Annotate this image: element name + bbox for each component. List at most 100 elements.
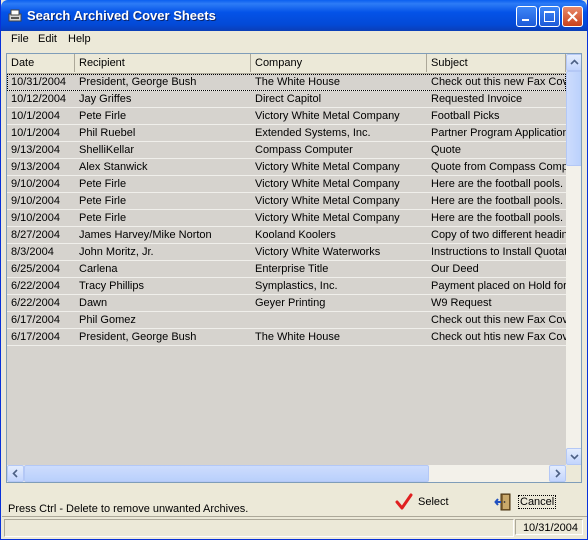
table-row[interactable]: 6/22/2004 Tracy Phillips Symplastics, Inc.…: [7, 278, 566, 295]
table-row[interactable]: 6/22/2004 Dawn Geyer Printing W9 Request: [7, 295, 566, 312]
cell-date: 9/10/2004: [11, 195, 60, 207]
table-row[interactable]: 9/13/2004 Alex Stanwick Victory White Meta…: [7, 159, 566, 176]
vertical-scroll-thumb[interactable]: [566, 71, 581, 166]
cancel-button[interactable]: Cancel: [494, 490, 557, 514]
horizontal-scroll-thumb[interactable]: [24, 465, 429, 482]
minimize-button[interactable]: [516, 6, 537, 27]
scroll-down-icon: [570, 454, 579, 460]
table-row[interactable]: 6/17/2004 President, George Bush The White…: [7, 329, 566, 346]
table-row[interactable]: 9/10/2004 Pete Firle Victory White Metal C…: [7, 210, 566, 227]
cell-date: 10/1/2004: [11, 110, 60, 122]
cell-company: [251, 312, 427, 328]
maximize-button[interactable]: [539, 6, 560, 27]
menu-file[interactable]: File: [11, 33, 29, 45]
column-header-subject[interactable]: Subject: [427, 54, 566, 72]
app-window: Search Archived Cover Sheets File Edit H…: [0, 0, 588, 540]
table-row[interactable]: 6/25/2004 Carlena Enterprise Title Our Deed: [7, 261, 566, 278]
cell-subject: Football Picks: [431, 110, 500, 122]
delete-hint-text: Press Ctrl - Delete to remove unwanted A…: [8, 503, 249, 515]
scroll-up-button[interactable]: [566, 54, 581, 71]
vertical-scrollbar[interactable]: [566, 54, 581, 465]
table-row[interactable]: 9/10/2004 Pete Firle Victory White Metal C…: [7, 176, 566, 193]
cell-date: 8/3/2004: [11, 246, 54, 258]
table-row[interactable]: 8/27/2004 James Harvey/Mike Norton Kooland…: [7, 227, 566, 244]
app-fax-icon: [8, 9, 22, 22]
cell-company: Compass Computer: [255, 144, 353, 156]
cell-date: 6/25/2004: [11, 263, 60, 275]
cell-date: 8/27/2004: [11, 229, 60, 241]
table-row[interactable]: 10/31/2004 President, George Bush The Whit…: [7, 74, 566, 91]
title-bar[interactable]: Search Archived Cover Sheets: [1, 0, 587, 31]
table-row[interactable]: 8/3/2004 John Moritz, Jr. Victory White Wa…: [7, 244, 566, 261]
cell-recipient: President, George Bush: [79, 331, 197, 343]
column-header-date[interactable]: Date: [7, 54, 75, 72]
exit-door-icon: [494, 493, 511, 511]
status-date: 10/31/2004: [515, 519, 583, 535]
cell-recipient: John Moritz, Jr.: [79, 246, 154, 258]
cell-company: Victory White Metal Company: [255, 178, 400, 190]
cell-company: Extended Systems, Inc.: [255, 127, 371, 139]
cell-recipient: Tracy Phillips: [79, 280, 144, 292]
grid-body[interactable]: Date Recipient Company Subject 10/31/200…: [7, 54, 566, 465]
status-panel-main: [4, 519, 514, 537]
grid-header: Date Recipient Company Subject: [7, 54, 566, 74]
cell-subject: Partner Program Application: [431, 127, 566, 139]
cell-company: The White House: [255, 76, 340, 88]
cell-subject: Payment placed on Hold for 3: [431, 280, 566, 292]
cell-company: Victory White Metal Company: [255, 212, 400, 224]
cell-recipient: James Harvey/Mike Norton: [79, 229, 212, 241]
cell-recipient: ShelliKellar: [79, 144, 135, 156]
select-button[interactable]: Select: [394, 490, 454, 514]
cell-recipient: Dawn: [79, 297, 108, 309]
table-row[interactable]: 9/10/2004 Pete Firle Victory White Metal C…: [7, 193, 566, 210]
cell-company: The White House: [255, 331, 340, 343]
horizontal-scrollbar[interactable]: [7, 465, 566, 482]
cell-subject: Requested Invoice: [431, 93, 523, 105]
cell-company: Victory White Waterworks: [255, 246, 381, 258]
cell-company: Geyer Printing: [255, 297, 326, 309]
column-header-company[interactable]: Company: [251, 54, 427, 72]
scroll-left-icon: [12, 469, 18, 478]
archive-grid[interactable]: Date Recipient Company Subject 10/31/200…: [6, 53, 582, 483]
cell-date: 6/22/2004: [11, 297, 60, 309]
table-row[interactable]: 9/13/2004 ShelliKellar Compass Computer Quo…: [7, 142, 566, 159]
cell-company: Victory White Metal Company: [255, 110, 400, 122]
scrollbar-corner: [566, 465, 581, 482]
cell-date: 6/22/2004: [11, 280, 60, 292]
menu-help[interactable]: Help: [68, 33, 91, 45]
select-button-label: Select: [418, 496, 449, 508]
scroll-left-button[interactable]: [7, 465, 24, 482]
cell-subject: Instructions to Install Quotat: [431, 246, 566, 258]
cell-subject: Quote: [431, 144, 461, 156]
cell-subject: Check out this new Fax Cove: [431, 314, 566, 326]
cell-recipient: Carlena: [79, 263, 118, 275]
cell-subject: Here are the football pools.: [431, 212, 564, 224]
cell-date: 10/31/2004: [11, 76, 67, 88]
menu-edit[interactable]: Edit: [38, 33, 57, 45]
cell-company: Victory White Metal Company: [255, 161, 400, 173]
cell-date: 10/12/2004: [11, 93, 67, 105]
table-row[interactable]: 10/12/2004 Jay Griffes Direct Capitol Reque…: [7, 91, 566, 108]
table-row[interactable]: 10/1/2004 Phil Ruebel Extended Systems, In…: [7, 125, 566, 142]
scroll-up-icon: [570, 59, 579, 65]
cell-subject: Here are the football pools.: [431, 178, 564, 190]
cell-subject: Here are the football pools.: [431, 195, 564, 207]
close-button[interactable]: [562, 6, 583, 27]
window-title: Search Archived Cover Sheets: [27, 8, 216, 23]
cell-recipient: Phil Ruebel: [79, 127, 136, 139]
table-row[interactable]: 6/17/2004 Phil Gomez Check out this new Fa…: [7, 312, 566, 329]
cell-date: 9/13/2004: [11, 161, 60, 173]
cell-subject: W9 Request: [431, 297, 492, 309]
table-row[interactable]: 10/1/2004 Pete Firle Victory White Metal C…: [7, 108, 566, 125]
cancel-button-label: Cancel: [518, 495, 557, 509]
cell-date: 9/10/2004: [11, 178, 60, 190]
cell-company: Victory White Metal Company: [255, 195, 400, 207]
cell-date: 9/13/2004: [11, 144, 60, 156]
cell-company: Kooland Koolers: [255, 229, 336, 241]
scroll-right-button[interactable]: [549, 465, 566, 482]
cell-subject: Check out htis new Fax Cove: [431, 331, 566, 343]
close-icon: [567, 11, 578, 22]
column-header-recipient[interactable]: Recipient: [75, 54, 251, 72]
scroll-down-button[interactable]: [566, 448, 581, 465]
cell-recipient: Pete Firle: [79, 195, 127, 207]
